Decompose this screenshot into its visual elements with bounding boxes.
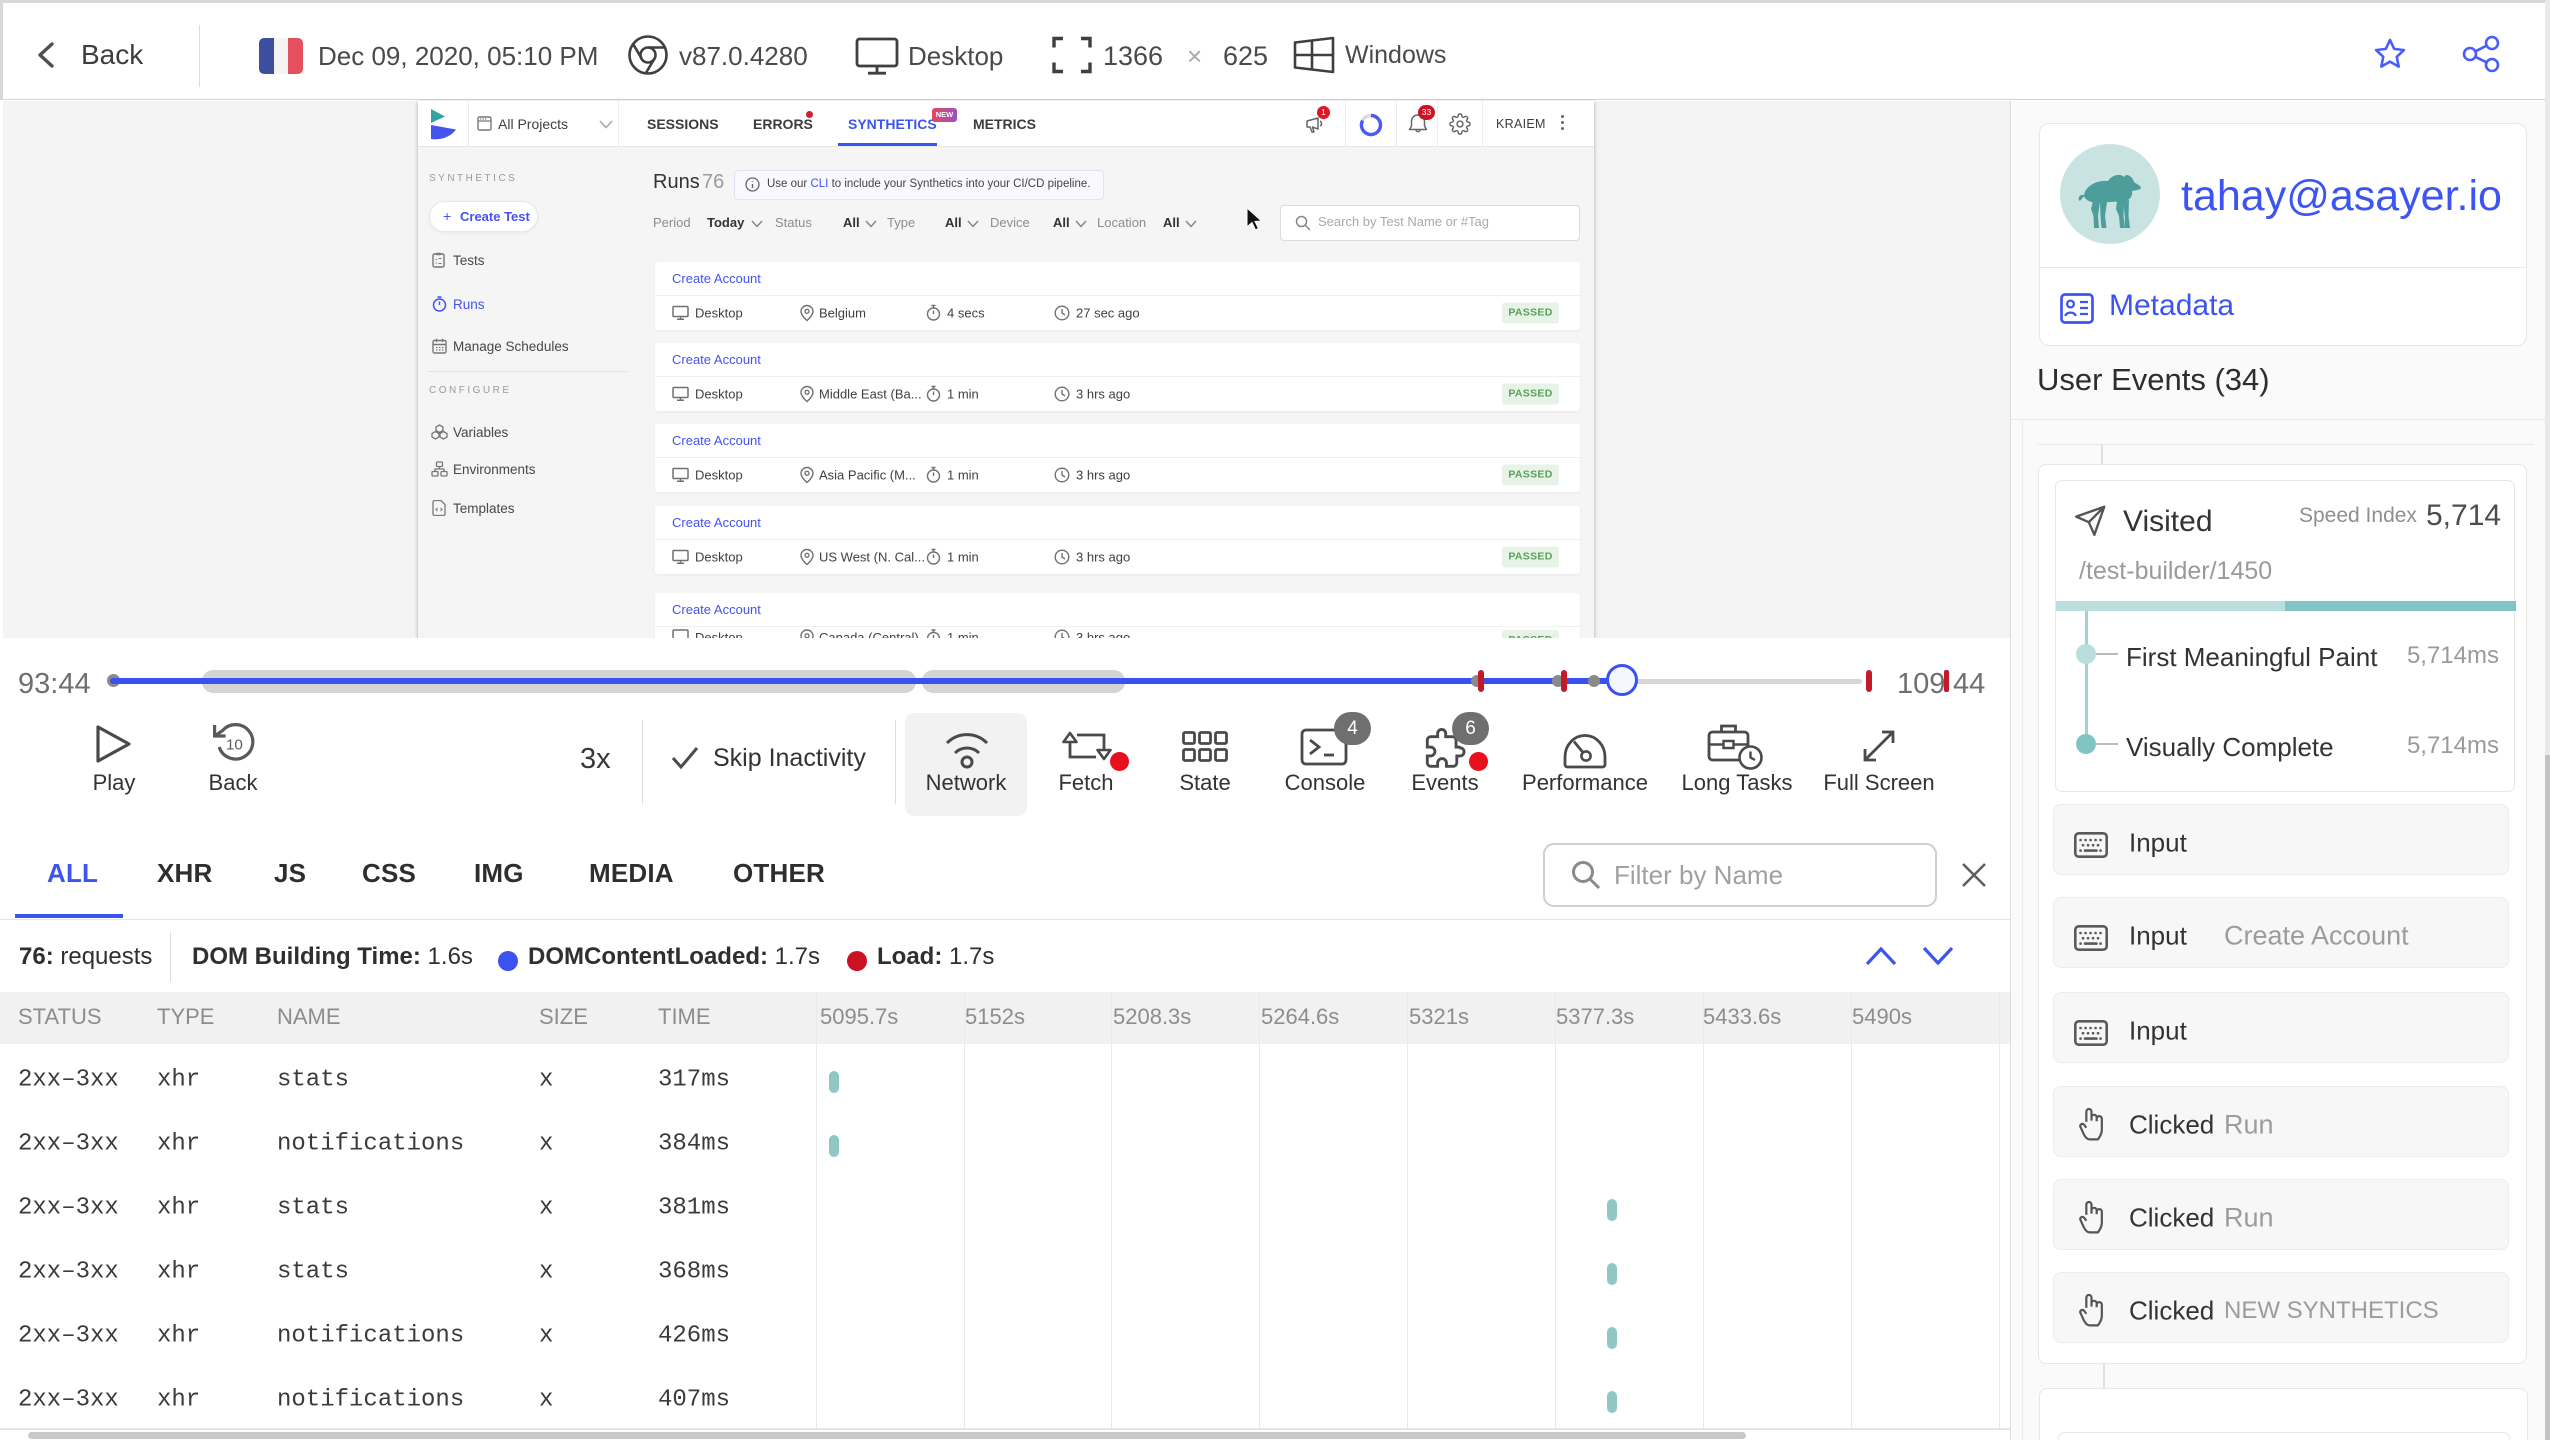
svg-text:10: 10 [226,737,243,754]
